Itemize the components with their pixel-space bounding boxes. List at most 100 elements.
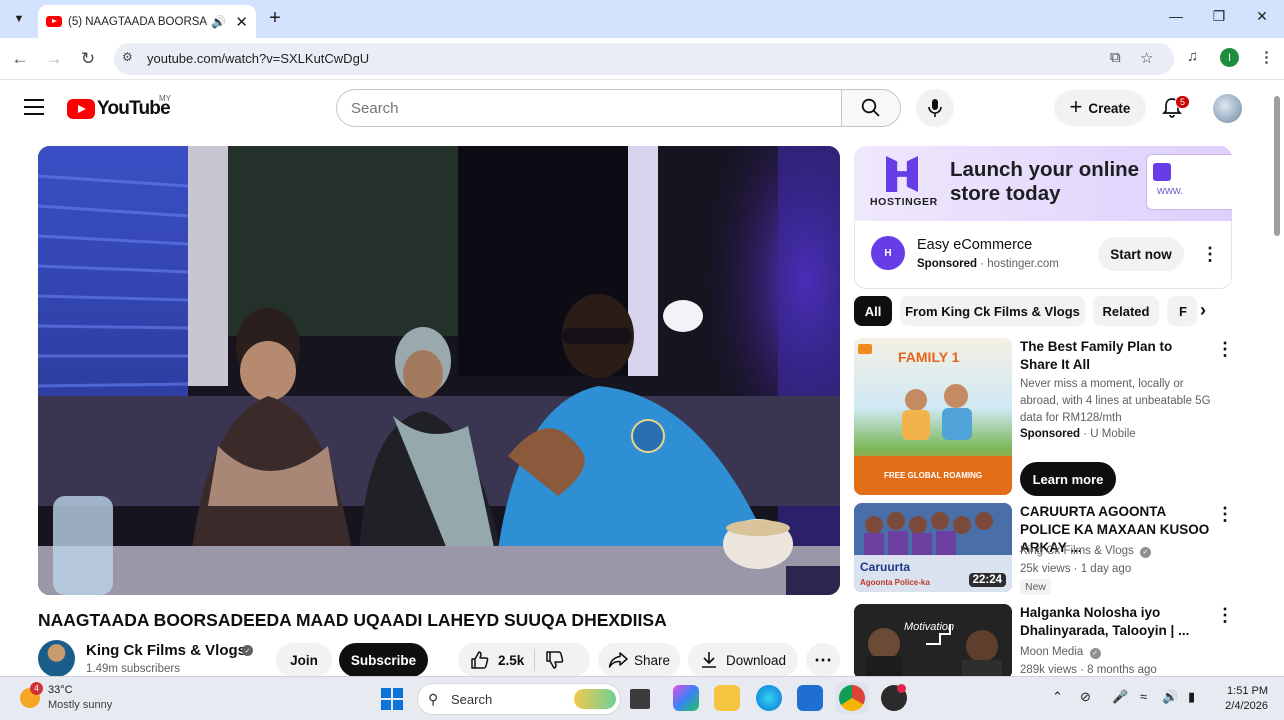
bookmark-star-icon[interactable]: ☆	[1140, 49, 1153, 67]
file-explorer-icon[interactable]	[714, 685, 740, 711]
youtube-logo[interactable]: YouTube	[67, 98, 171, 120]
browser-menu-icon[interactable]: ⋮	[1259, 48, 1274, 66]
temperature[interactable]: 33°C	[48, 684, 73, 696]
plus-icon: +	[1069, 94, 1083, 119]
wifi-icon[interactable]: ≈	[1140, 689, 1147, 704]
subscribe-button[interactable]: Subscribe	[339, 643, 428, 677]
minimize-icon[interactable]: —	[1164, 8, 1188, 24]
chrome-icon[interactable]	[839, 685, 865, 711]
scrollbar-thumb[interactable]	[1274, 96, 1280, 236]
battery-icon[interactable]: ▮	[1188, 689, 1195, 705]
rec-more-icon[interactable]: ⋮	[1216, 505, 1234, 523]
thumb-text: Caruurta	[860, 560, 910, 574]
sponsored-recommendation[interactable]: FAMILY 1 FREE GLOBAL ROAMING The Best Fa…	[854, 338, 1234, 498]
profile-avatar[interactable]: I	[1220, 48, 1239, 67]
install-app-icon[interactable]: ⧉	[1110, 49, 1121, 66]
reload-icon[interactable]: ↻	[76, 47, 100, 71]
page-scrollbar[interactable]	[1270, 82, 1284, 676]
rec-channel-name[interactable]: Moon Media	[1020, 646, 1083, 658]
sponsored-thumbnail[interactable]: FAMILY 1 FREE GLOBAL ROAMING	[854, 338, 1012, 495]
rec-title[interactable]: Halganka Nolosha iyo Dhalinyarada, Taloo…	[1020, 604, 1210, 640]
copilot-icon[interactable]	[673, 685, 699, 711]
address-bar[interactable]: ⚙ youtube.com/watch?v=SXLKutCwDgU ⧉ ☆	[114, 43, 1174, 75]
video-thumbnail[interactable]: Motivation	[854, 604, 1012, 679]
share-button[interactable]: Share	[598, 643, 680, 677]
ad-headline: Launch your online store today	[950, 158, 1140, 205]
verified-check-icon: ✓	[1139, 547, 1151, 558]
video-duration: 22:24	[968, 573, 1006, 587]
download-button[interactable]: Download	[688, 643, 798, 677]
like-count[interactable]: 2.5k	[498, 653, 524, 668]
like-divider	[534, 649, 536, 671]
rec-more-icon[interactable]: ⋮	[1216, 606, 1234, 624]
video-thumbnail[interactable]: Caruurta Agoonta Police-ka 22:24	[854, 503, 1012, 592]
chip-related[interactable]: Related	[1093, 296, 1159, 326]
microphone-tray-icon[interactable]: 🎤	[1112, 689, 1128, 705]
start-now-button[interactable]: Start now	[1098, 237, 1184, 271]
hamburger-menu-icon[interactable]	[24, 99, 44, 115]
chevron-right-icon[interactable]: ›	[1200, 300, 1206, 321]
site-info-icon[interactable]: ⚙	[122, 50, 133, 64]
network-off-icon[interactable]: ⊘	[1080, 689, 1091, 705]
search-button[interactable]	[841, 89, 901, 127]
forward-arrow-icon[interactable]: →	[42, 47, 66, 71]
account-avatar[interactable]	[1213, 94, 1242, 123]
ad-more-icon[interactable]: ⋮	[1201, 245, 1219, 263]
taskbar-search[interactable]: ⚲ Search	[417, 683, 621, 715]
create-button[interactable]: + Create	[1054, 90, 1146, 126]
weather-condition[interactable]: Mostly sunny	[48, 699, 112, 711]
channel-name[interactable]: King Ck Films & Vlogs	[86, 642, 246, 659]
search-highlight-icon	[574, 689, 616, 709]
chip-partial[interactable]: F	[1167, 296, 1197, 326]
restore-icon[interactable]: ❐	[1207, 8, 1231, 25]
microsoft-store-icon[interactable]	[797, 685, 823, 711]
new-tab-plus-icon[interactable]: +	[264, 7, 286, 30]
tab-close-icon[interactable]: ✕	[235, 13, 248, 31]
voice-search-button[interactable]	[916, 89, 954, 127]
video-player[interactable]	[38, 146, 840, 595]
rec-more-icon[interactable]: ⋮	[1216, 340, 1234, 358]
search-icon: ⚲	[428, 691, 439, 707]
recommendation-item[interactable]: Caruurta Agoonta Police-ka 22:24 CARUURT…	[854, 503, 1234, 595]
sponsored-label: Sponsored	[1020, 428, 1081, 440]
search-box[interactable]	[336, 89, 842, 127]
rec-channel-name[interactable]: King Ck Films & Vlogs	[1020, 545, 1134, 557]
browser-tab-active[interactable]: (5) NAAGTAADA BOORSADEEDA MAAD UQAADI LA…	[38, 5, 256, 38]
media-controls-icon[interactable]: ♫	[1187, 48, 1198, 65]
url-text[interactable]: youtube.com/watch?v=SXLKutCwDgU	[147, 51, 369, 66]
tray-overflow-chevron-icon[interactable]: ⌃	[1052, 689, 1063, 705]
browser-mockup-graphic: www.	[1146, 154, 1232, 210]
rec-channel[interactable]: King Ck Films & Vlogs ✓	[1020, 543, 1151, 560]
ad-name[interactable]: Easy eCommerce	[917, 237, 1032, 253]
tab-search-chevron-icon[interactable]: ▼	[8, 8, 30, 30]
channel-avatar[interactable]	[38, 640, 75, 677]
more-actions-icon[interactable]: ⋯	[806, 643, 840, 677]
chip-from-channel[interactable]: From King Ck Films & Vlogs	[900, 296, 1085, 326]
task-view-icon[interactable]	[630, 689, 650, 709]
volume-icon[interactable]: 🔊	[1162, 689, 1178, 705]
speaker-icon[interactable]: 🔊	[211, 15, 226, 29]
rec-title[interactable]: The Best Family Plan to Share It All	[1020, 338, 1210, 374]
hostinger-wordmark: HOSTINGER	[870, 196, 938, 208]
ad-banner-image[interactable]: HOSTINGER Launch your online store today…	[854, 146, 1232, 221]
taskbar-clock[interactable]: 1:51 PM 2/4/2026	[1218, 684, 1268, 714]
learn-more-button[interactable]: Learn more	[1020, 462, 1116, 496]
edge-browser-icon[interactable]	[756, 685, 782, 711]
advertiser-logo[interactable]: H	[871, 236, 905, 270]
thumbs-up-icon[interactable]	[470, 650, 490, 670]
chip-all[interactable]: All	[854, 296, 892, 326]
back-arrow-icon[interactable]: ←	[8, 47, 32, 71]
thumbs-down-icon[interactable]	[545, 650, 565, 670]
rec-channel[interactable]: Moon Media ✓	[1020, 644, 1101, 661]
recommendation-item[interactable]: Motivation Halganka Nolosha iyo Dhalinya…	[854, 604, 1234, 684]
ad-domain: · hostinger.com	[980, 258, 1059, 270]
window-close-icon[interactable]: ✕	[1250, 8, 1274, 25]
ad-sponsored-line: Sponsored · hostinger.com	[917, 258, 1059, 270]
ad-sponsor-line: Sponsored · U Mobile	[1020, 426, 1136, 443]
search-input[interactable]	[351, 100, 821, 117]
join-button[interactable]: Join	[276, 643, 332, 677]
windows-start-icon[interactable]	[381, 688, 403, 710]
verified-check-icon: ✓	[1089, 648, 1101, 659]
new-badge: New	[1020, 579, 1052, 595]
app-notification-dot	[897, 684, 906, 693]
